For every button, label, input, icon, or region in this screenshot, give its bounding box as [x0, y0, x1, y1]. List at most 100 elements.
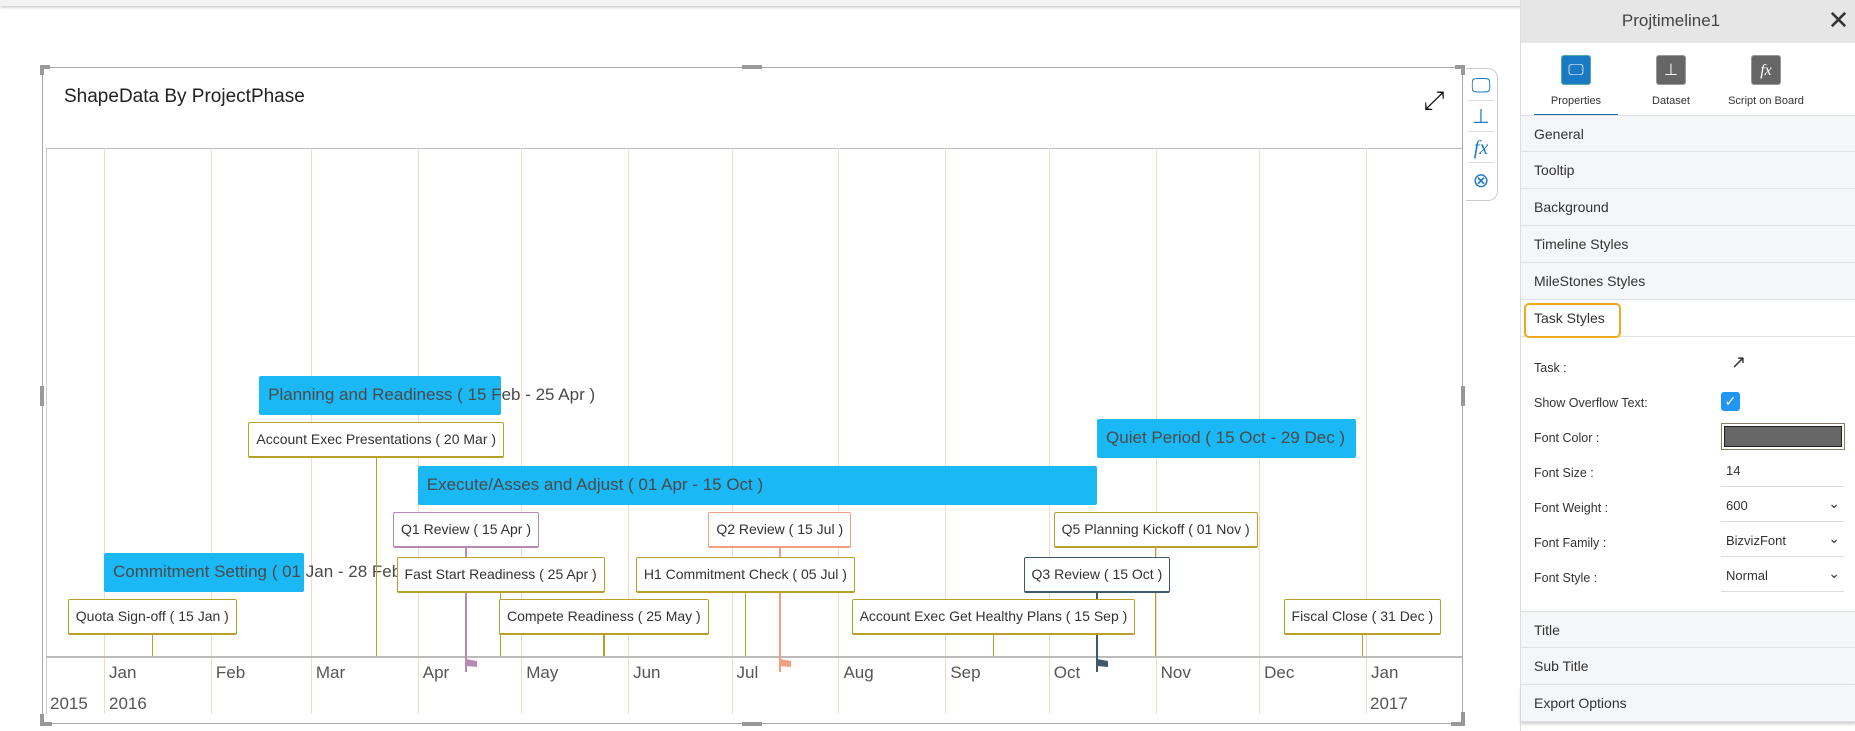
milestone-box[interactable]: Q1 Review ( 15 Apr ) — [393, 512, 539, 548]
milestone-stem — [375, 458, 378, 656]
close-circle-icon[interactable]: ⊗ — [1468, 166, 1494, 196]
section-export-options[interactable]: Export Options — [1521, 685, 1855, 722]
resize-handle[interactable] — [742, 722, 762, 726]
year-tick-label: 2015 — [50, 694, 88, 713]
milestone-box[interactable]: Q2 Review ( 15 Jul ) — [708, 512, 852, 548]
resize-handle[interactable] — [40, 65, 44, 75]
fx-icon: fx — [1751, 55, 1781, 85]
task-bar[interactable]: Commitment Setting ( 01 Jan - 28 Feb ) — [104, 553, 412, 592]
task-label: Task : — [1534, 361, 1567, 375]
task-label: Commitment Setting ( 01 Jan - 28 Feb ) — [113, 562, 412, 581]
panel-title: Projtimeline1 — [1621, 11, 1721, 30]
month-gridline — [731, 148, 733, 714]
font-weight-label: Font Weight : — [1534, 501, 1609, 515]
milestone-box[interactable]: Quota Sign-off ( 15 Jan ) — [67, 599, 237, 635]
select-value: 600 — [1726, 498, 1748, 513]
month-tick-label: Aug — [843, 663, 874, 682]
chevron-down-icon: ⌄ — [1828, 565, 1840, 581]
resize-handle[interactable] — [40, 386, 44, 406]
section-general[interactable]: General — [1521, 115, 1855, 152]
section-background[interactable]: Background — [1521, 189, 1855, 226]
font-color-picker[interactable] — [1721, 423, 1845, 450]
month-tick-label: May — [526, 663, 559, 682]
year-tick-label: 2017 — [1370, 694, 1408, 713]
milestone-box[interactable]: Compete Readiness ( 25 May ) — [498, 599, 709, 635]
resize-handle[interactable] — [1451, 722, 1465, 726]
milestone-box[interactable]: Fiscal Close ( 31 Dec ) — [1283, 599, 1442, 635]
section-timeline-styles[interactable]: Timeline Styles — [1521, 226, 1855, 263]
tab-properties[interactable]: 🖵 Properties — [1531, 55, 1621, 107]
milestone-stem — [151, 635, 154, 656]
task-bar[interactable]: Execute/Asses and Adjust ( 01 Apr - 15 O… — [417, 466, 1098, 505]
font-family-select[interactable]: BizvizFont ⌄ — [1721, 527, 1844, 557]
milestone-stem — [744, 593, 747, 656]
font-size-label: Font Size : — [1534, 466, 1594, 480]
milestone-box[interactable]: H1 Commitment Check ( 05 Jul ) — [635, 557, 855, 593]
font-weight-select[interactable]: 600 ⌄ — [1721, 492, 1844, 522]
timeline-axis — [46, 656, 1462, 658]
highlight-box — [1524, 303, 1621, 338]
tab-label: Properties — [1550, 95, 1602, 107]
milestone-box[interactable]: Fast Start Readiness ( 25 Apr ) — [396, 557, 605, 593]
section-title[interactable]: Title — [1521, 611, 1855, 648]
resize-handle[interactable] — [40, 722, 52, 726]
month-tick-label: Jan — [109, 663, 137, 682]
select-value: Normal — [1726, 568, 1768, 583]
flag-icon — [779, 658, 793, 674]
milestone-stem — [603, 635, 605, 656]
chevron-down-icon: ⌄ — [1828, 530, 1840, 546]
overflow-checkbox[interactable]: ✓ — [1721, 392, 1740, 411]
tab-dataset[interactable]: ⊥ Dataset — [1626, 55, 1716, 107]
widget-toolbar: 🖵 ⊥ fx ⊗ — [1466, 68, 1498, 201]
flag-icon — [1096, 658, 1110, 674]
milestone-stem — [992, 635, 995, 656]
tab-script-on-board[interactable]: fx Script on Board — [1721, 55, 1811, 107]
select-value: BizvizFont — [1726, 533, 1786, 548]
section-milestones-styles[interactable]: MileStones Styles — [1521, 263, 1855, 300]
font-family-label: Font Family : — [1534, 536, 1607, 550]
font-size-input[interactable]: 14 — [1721, 457, 1844, 487]
milestone-box[interactable]: Q5 Planning Kickoff ( 01 Nov ) — [1053, 512, 1258, 548]
resize-handle[interactable] — [742, 65, 762, 69]
month-tick-label: Oct — [1053, 663, 1081, 682]
year-tick-label: 2016 — [109, 694, 147, 713]
month-tick-label: Feb — [215, 663, 246, 682]
milestone-stem — [1361, 635, 1364, 656]
section-tooltip[interactable]: Tooltip — [1521, 152, 1855, 189]
month-tick-label: Jan — [1371, 663, 1399, 682]
month-tick-label: Sep — [950, 663, 981, 682]
external-link-icon[interactable]: ↗ — [1731, 352, 1746, 373]
task-label: Planning and Readiness ( 15 Feb - 25 Apr… — [268, 385, 596, 404]
resize-handle[interactable] — [1461, 65, 1465, 75]
close-icon[interactable]: ✕ — [1821, 5, 1855, 36]
section-sub-title[interactable]: Sub Title — [1521, 648, 1855, 685]
font-color-label: Font Color : — [1534, 431, 1600, 445]
properties-icon[interactable]: 🖵 — [1468, 71, 1494, 101]
font-style-label: Font Style : — [1534, 571, 1598, 585]
milestone-box[interactable]: Account Exec Presentations ( 20 Mar ) — [248, 422, 505, 458]
dataset-icon[interactable]: ⊥ — [1468, 102, 1494, 132]
expand-icon[interactable]: ⤢ — [1418, 84, 1450, 116]
month-tick-label: Dec — [1264, 663, 1295, 682]
font-style-select[interactable]: Normal ⌄ — [1721, 562, 1844, 592]
month-tick-label: Apr — [422, 663, 450, 682]
chevron-down-icon: ⌄ — [1828, 495, 1840, 511]
tab-label: Dataset — [1652, 95, 1690, 107]
milestone-box[interactable]: Q3 Review ( 15 Oct ) — [1023, 557, 1171, 593]
milestone-box[interactable]: Account Exec Get Healthy Plans ( 15 Sep … — [851, 599, 1136, 635]
properties-panel: Projtimeline1 ✕ 🖵 Properties ⊥ Dataset f… — [1520, 0, 1855, 731]
task-bar[interactable]: Quiet Period ( 15 Oct - 29 Dec ) — [1097, 419, 1356, 458]
month-tick-label: Jul — [736, 663, 759, 682]
script-fx-icon[interactable]: fx — [1468, 133, 1494, 163]
month-tick-label: Jun — [633, 663, 661, 682]
task-label: Execute/Asses and Adjust ( 01 Apr - 15 O… — [426, 475, 764, 494]
overflow-label: Show Overflow Text: — [1534, 396, 1648, 410]
task-bar[interactable]: Planning and Readiness ( 15 Feb - 25 Apr… — [259, 376, 595, 415]
flag-icon — [465, 658, 479, 674]
month-gridline — [838, 148, 840, 714]
month-tick-label: Nov — [1160, 663, 1191, 682]
month-tick-label: Mar — [315, 663, 346, 682]
tab-label: Script on Board — [1728, 95, 1804, 107]
task-label: Quiet Period ( 15 Oct - 29 Dec ) — [1106, 428, 1346, 447]
axis-icon: ⊥ — [1656, 55, 1686, 85]
